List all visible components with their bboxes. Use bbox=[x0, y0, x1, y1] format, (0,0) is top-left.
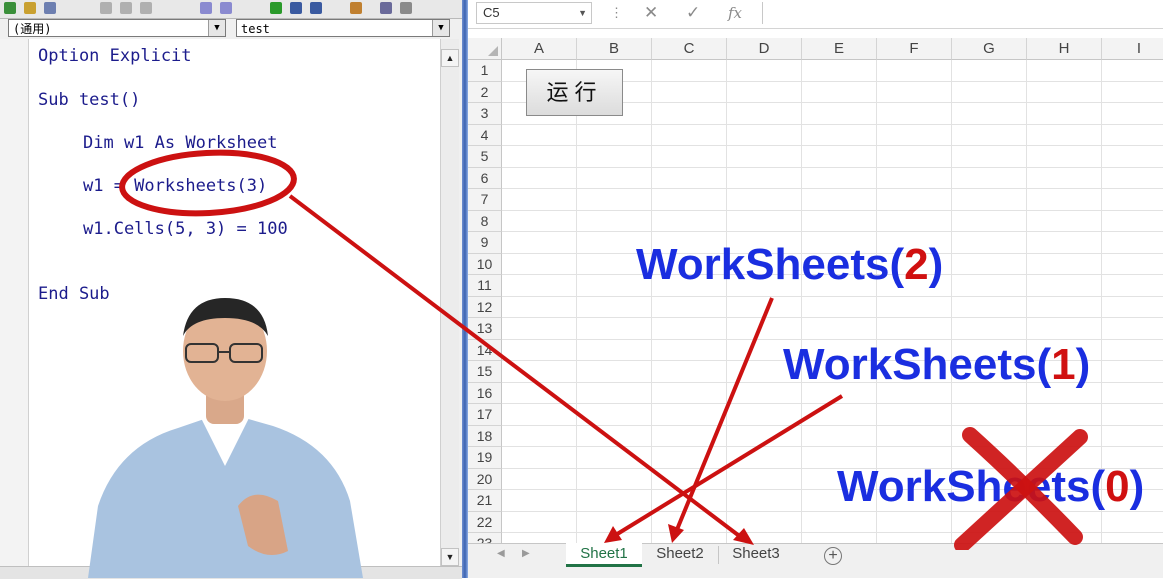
cancel-icon[interactable]: ✕ bbox=[644, 3, 658, 23]
code-line[interactable]: Dim w1 As Worksheet bbox=[83, 133, 277, 153]
row-header[interactable]: 12 bbox=[468, 296, 502, 318]
tab-sheet3[interactable]: Sheet3 bbox=[720, 543, 792, 567]
row-header[interactable]: 10 bbox=[468, 253, 502, 275]
code-line[interactable]: w1.Cells(5, 3) = 100 bbox=[83, 219, 288, 239]
pause-icon[interactable] bbox=[290, 2, 302, 14]
row-header[interactable]: 19 bbox=[468, 447, 502, 469]
row-header[interactable]: 8 bbox=[468, 210, 502, 232]
row-header[interactable]: 22 bbox=[468, 511, 502, 533]
code-line[interactable]: Sub test() bbox=[38, 90, 140, 110]
row-header[interactable]: 2 bbox=[468, 81, 502, 103]
name-box[interactable]: C5 ▼ bbox=[476, 2, 592, 24]
object-combo[interactable]: (通用) ▼ bbox=[8, 19, 226, 37]
row-header[interactable]: 6 bbox=[468, 167, 502, 189]
scroll-down-icon[interactable]: ▼ bbox=[441, 548, 459, 566]
annotation-worksheets-2: WorkSheets(2) bbox=[636, 240, 944, 289]
row-header[interactable]: 9 bbox=[468, 232, 502, 254]
column-header[interactable]: C bbox=[652, 38, 727, 60]
stop-icon[interactable] bbox=[310, 2, 322, 14]
column-header[interactable]: A bbox=[502, 38, 577, 60]
object-combo-value: (通用) bbox=[13, 22, 52, 36]
gridline bbox=[502, 188, 1163, 189]
excel-icon[interactable] bbox=[4, 2, 16, 14]
row-header[interactable]: 3 bbox=[468, 103, 502, 125]
gridline bbox=[502, 295, 1163, 297]
gridline bbox=[726, 60, 727, 543]
column-header[interactable]: B bbox=[577, 38, 652, 60]
project-explorer-icon[interactable] bbox=[380, 2, 392, 14]
column-header[interactable]: H bbox=[1027, 38, 1102, 60]
procedure-combo-value: test bbox=[241, 22, 270, 36]
column-header[interactable]: E bbox=[802, 38, 877, 60]
presenter-image bbox=[88, 298, 363, 578]
redo-icon[interactable] bbox=[220, 2, 232, 14]
column-header[interactable]: F bbox=[877, 38, 952, 60]
row-header[interactable]: 20 bbox=[468, 468, 502, 490]
undo-icon[interactable] bbox=[200, 2, 212, 14]
paste-icon[interactable] bbox=[140, 2, 152, 14]
tab-scroll-right-icon[interactable]: ▶ bbox=[522, 548, 530, 559]
enter-icon[interactable]: ✓ bbox=[686, 3, 700, 23]
gridline bbox=[502, 317, 1163, 318]
vba-toolbar bbox=[0, 0, 462, 19]
tab-sheet2[interactable]: Sheet2 bbox=[644, 543, 716, 567]
row-header[interactable]: 5 bbox=[468, 146, 502, 168]
row-header[interactable]: 7 bbox=[468, 189, 502, 211]
column-header[interactable]: G bbox=[952, 38, 1027, 60]
row-header[interactable]: 16 bbox=[468, 382, 502, 404]
formula-input[interactable] bbox=[762, 2, 1163, 24]
run-button[interactable]: 运行 bbox=[526, 69, 623, 116]
copy-icon[interactable] bbox=[120, 2, 132, 14]
select-all-corner[interactable] bbox=[468, 38, 502, 60]
gridline bbox=[801, 60, 802, 543]
column-header[interactable]: D bbox=[727, 38, 802, 60]
tab-scroll-left-icon[interactable]: ◀ bbox=[497, 548, 505, 559]
code-vertical-scrollbar[interactable]: ▲ ▼ bbox=[440, 39, 459, 566]
chevron-down-icon[interactable]: ▼ bbox=[208, 20, 225, 36]
gridline bbox=[502, 231, 1163, 232]
procedure-combo[interactable]: test ▼ bbox=[236, 19, 450, 37]
tab-sheet1[interactable]: Sheet1 bbox=[566, 543, 642, 567]
row-header[interactable]: 1 bbox=[468, 60, 502, 82]
add-sheet-icon[interactable]: + bbox=[824, 547, 842, 565]
gridline bbox=[502, 209, 1163, 211]
gridline bbox=[651, 60, 652, 543]
name-box-value: C5 bbox=[483, 5, 500, 20]
row-header[interactable]: 21 bbox=[468, 490, 502, 512]
insert-icon[interactable] bbox=[24, 2, 36, 14]
row-header[interactable]: 4 bbox=[468, 124, 502, 146]
annotation-worksheets-1: WorkSheets(1) bbox=[783, 340, 1091, 389]
chevron-down-icon[interactable]: ▼ bbox=[578, 3, 587, 23]
scroll-up-icon[interactable]: ▲ bbox=[441, 49, 459, 67]
column-header[interactable]: I bbox=[1102, 38, 1163, 60]
gridline bbox=[502, 145, 1163, 146]
gridline bbox=[502, 403, 1163, 404]
code-line[interactable]: w1 = Worksheets(3) bbox=[83, 176, 267, 196]
gridline bbox=[502, 123, 1163, 125]
status-bar bbox=[468, 568, 1163, 578]
row-header[interactable]: 18 bbox=[468, 425, 502, 447]
gridline bbox=[502, 166, 1163, 168]
design-mode-icon[interactable] bbox=[350, 2, 362, 14]
code-margin bbox=[0, 39, 29, 566]
row-header[interactable]: 11 bbox=[468, 275, 502, 297]
chevron-down-icon[interactable]: ▼ bbox=[432, 20, 449, 36]
gridline bbox=[576, 60, 577, 543]
more-icon: ⋮ bbox=[610, 5, 623, 20]
row-header[interactable]: 14 bbox=[468, 339, 502, 361]
code-line[interactable]: Option Explicit bbox=[38, 46, 192, 66]
properties-icon[interactable] bbox=[400, 2, 412, 14]
row-header[interactable]: 17 bbox=[468, 404, 502, 426]
row-header[interactable]: 23 bbox=[468, 533, 502, 543]
invalid-cross-icon bbox=[954, 427, 1088, 550]
save-icon[interactable] bbox=[44, 2, 56, 14]
row-header[interactable]: 13 bbox=[468, 318, 502, 340]
run-icon[interactable] bbox=[270, 2, 282, 14]
tab-separator bbox=[718, 546, 719, 564]
insert-function-icon[interactable]: fx bbox=[728, 4, 742, 22]
row-header[interactable]: 15 bbox=[468, 361, 502, 383]
cut-icon[interactable] bbox=[100, 2, 112, 14]
